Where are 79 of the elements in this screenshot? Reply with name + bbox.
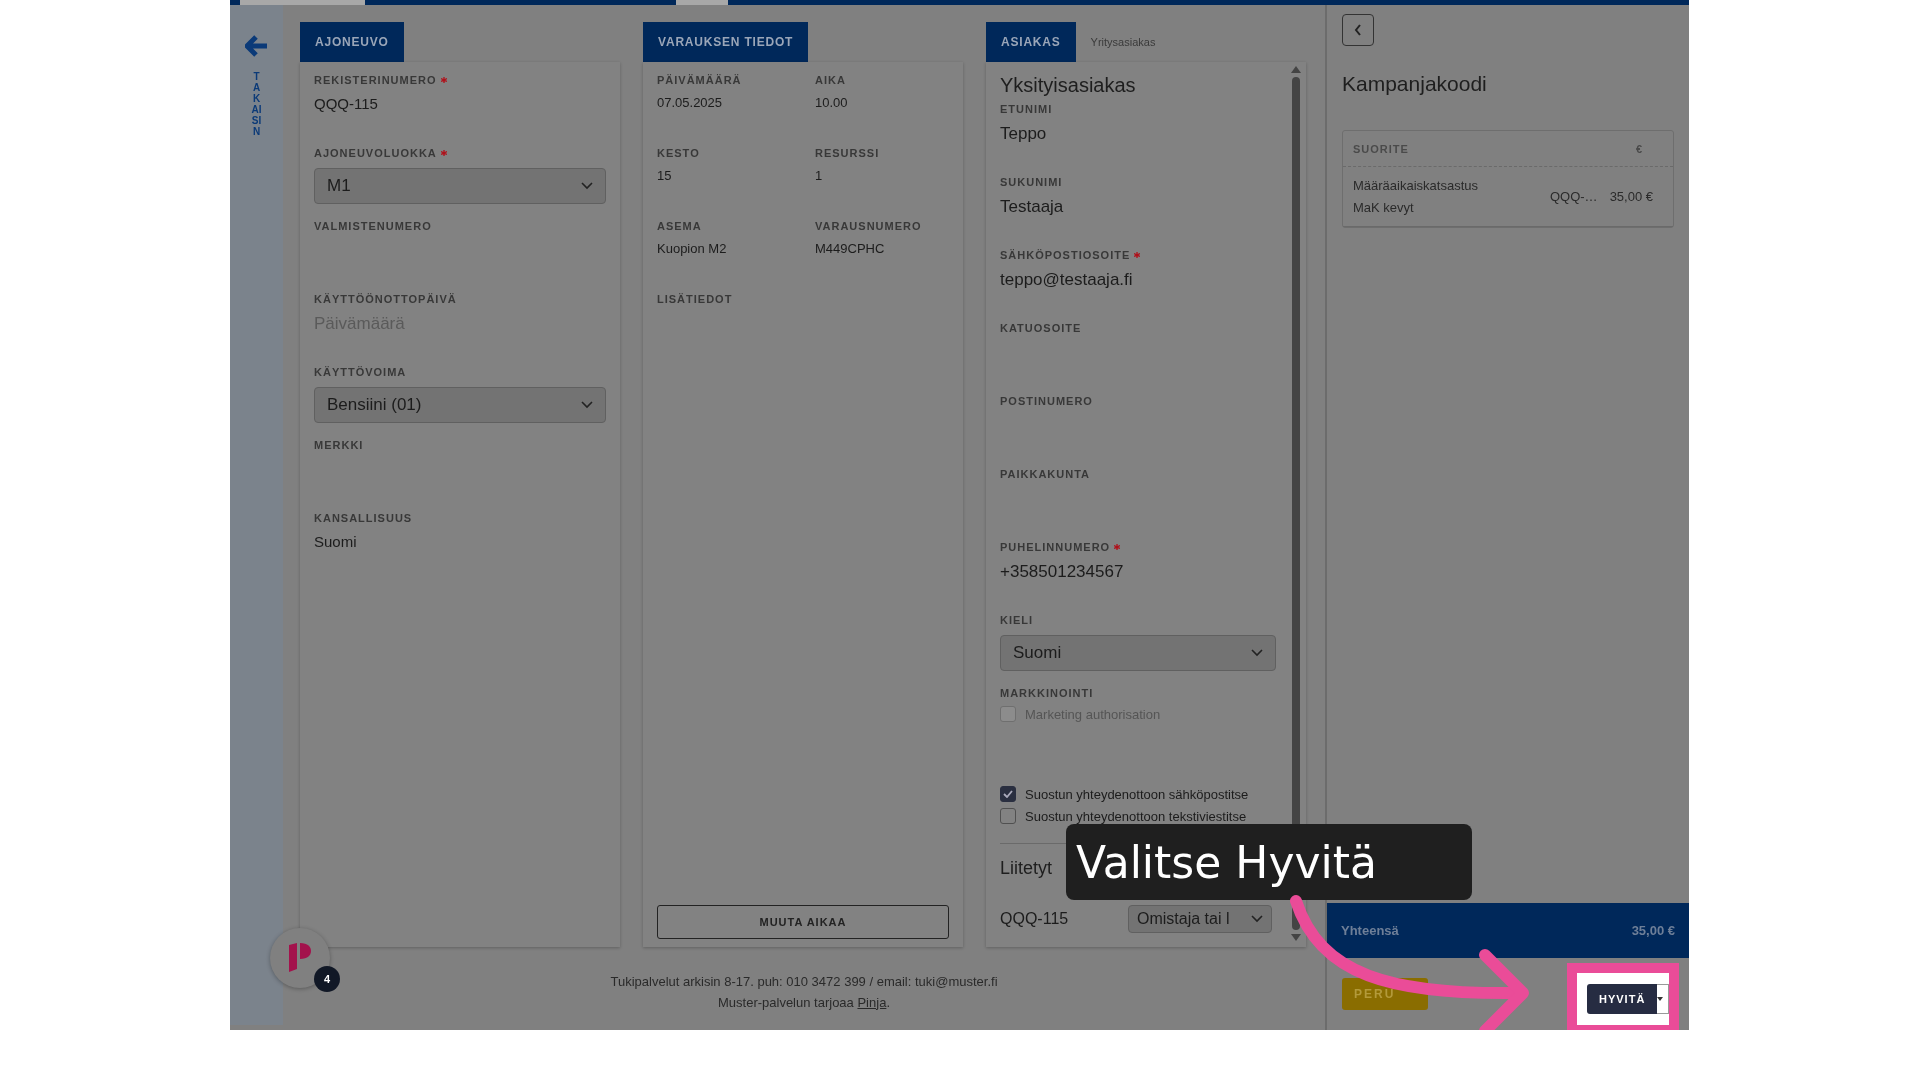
field-label: KANSALLISUUS	[314, 512, 414, 524]
customer-tab[interactable]: Yritysasiakas	[1075, 22, 1171, 62]
back-label[interactable]: TAKAISIN	[251, 71, 262, 137]
field-value: +358501234567	[1000, 562, 1125, 582]
field-value: Suomi	[314, 533, 358, 550]
tutorial-callout: Valitse Hyvitä	[1066, 824, 1472, 900]
logo-icon	[287, 942, 313, 974]
field-value: 07.05.2025	[657, 95, 724, 110]
field-value: 15	[657, 168, 673, 183]
field-value: teppo@testaaja.fi	[1000, 270, 1134, 290]
role-select[interactable]: Omistaja tai l	[1128, 905, 1272, 933]
field-label: PUHELINNUMERO	[1000, 541, 1276, 553]
checkbox[interactable]	[1000, 808, 1016, 824]
section-heading: Liitetyt	[1000, 858, 1053, 879]
section-heading: Yksityisasiakas	[1000, 74, 1136, 97]
field-label: LISÄTIEDOT	[657, 293, 734, 305]
column-header: €	[1635, 142, 1644, 155]
field-label: REKISTERINUMERO	[314, 74, 606, 86]
caret-icon	[1657, 997, 1664, 1001]
field-value: Kuopion M2	[657, 241, 728, 256]
field-value: Teppo	[1000, 124, 1048, 144]
table-cell-text: QQQ-…	[1549, 187, 1598, 206]
field-value: Testaaja	[1000, 197, 1065, 217]
field-label: PÄIVÄMÄÄRÄ	[657, 74, 743, 86]
scroll-up-icon[interactable]	[1291, 66, 1301, 73]
select-field[interactable]: M1	[314, 168, 606, 204]
collapse-button[interactable]	[1342, 14, 1374, 46]
field-label: KATUOSOITE	[1000, 322, 1083, 334]
field-label: ETUNIMI	[1000, 103, 1054, 115]
chevron-down-icon	[581, 182, 593, 190]
field-value: 10.00	[815, 95, 849, 110]
field-label: MERKKI	[314, 439, 365, 451]
field-label: MARKKINOINTI	[1000, 687, 1095, 699]
provider-credit: Muster-palvelun tarjoaa Pinja.	[718, 994, 890, 1010]
table-cell-text: 35,00 €	[1609, 187, 1654, 206]
chevron-down-icon	[1251, 915, 1263, 923]
service-name: Määräaikaiskatsastus MaK kevyt	[1353, 176, 1479, 217]
select-field[interactable]: Suomi	[1000, 635, 1276, 671]
field-label: POSTINUMERO	[1000, 395, 1094, 407]
dropdown-toggle[interactable]	[1657, 984, 1669, 1014]
field-label: ASEMA	[657, 220, 703, 232]
required-icon	[1114, 544, 1121, 550]
notification-badge: 4	[314, 966, 340, 992]
required-icon	[440, 77, 447, 83]
campaign-code-heading[interactable]: Kampanjakoodi	[1342, 72, 1487, 96]
checkbox-label: Suostun yhteydenottoon sähköpostitse	[1025, 786, 1249, 802]
credit-button[interactable]: HYVITÄ	[1587, 984, 1658, 1014]
field-label: PAIKKAKUNTA	[1000, 468, 1092, 480]
field-label: KESTO	[657, 147, 701, 159]
field-label: KIELI	[1000, 614, 1035, 626]
field-label: KÄYTTÖVOIMA	[314, 366, 408, 378]
field-label: VALMISTENUMERO	[314, 220, 433, 232]
field-label: SÄHKÖPOSTIOSOITE	[1000, 249, 1276, 261]
required-icon	[440, 150, 447, 156]
customer-tab[interactable]: ASIAKAS	[986, 22, 1076, 62]
chevron-down-icon	[1251, 649, 1263, 657]
field-label: AIKA	[815, 74, 847, 86]
field-value: QQQ-115	[314, 95, 379, 112]
field-label: AJONEUVOLUOKKA	[314, 147, 606, 159]
support-info: Tukipalvelut arkisin 8-17. puh: 010 3472 399 / email: tuki@muster.fi	[610, 973, 998, 989]
vehicle-plate: QQQ-115	[1000, 910, 1069, 928]
field-label: SUKUNIMI	[1000, 176, 1064, 188]
chevron-left-icon	[1354, 24, 1362, 36]
chevron-down-icon	[581, 401, 593, 409]
checkmark-icon	[1003, 790, 1013, 798]
field-label: KÄYTTÖÖNOTTOPÄIVÄ	[314, 293, 458, 305]
field-value: M449CPHC	[815, 241, 886, 256]
total-label: Yhteensä	[1341, 923, 1399, 938]
required-icon	[1134, 252, 1141, 258]
checkbox-label: Suostun yhteydenottoon tekstiviestitse	[1025, 808, 1247, 824]
change-time-button[interactable]: MUUTA AIKAA	[657, 905, 949, 939]
field-value: 1	[815, 168, 824, 183]
checkbox[interactable]	[1000, 786, 1016, 802]
field-label: VARAUSNUMERO	[815, 220, 923, 232]
field-label: RESURSSI	[815, 147, 881, 159]
scroll-down-icon[interactable]	[1291, 934, 1301, 941]
select-field[interactable]: Bensiini (01)	[314, 387, 606, 423]
back-arrow-icon[interactable]	[244, 35, 269, 57]
total-amount: 35,00 €	[1631, 923, 1675, 938]
